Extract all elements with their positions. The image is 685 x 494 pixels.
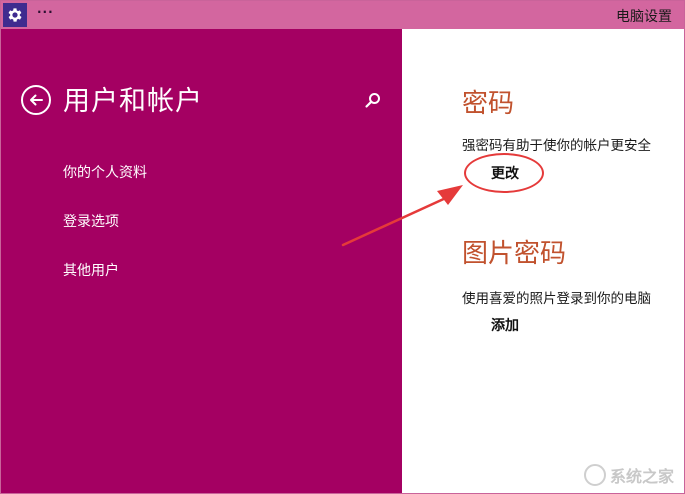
nav-list: 你的个人资料 登录选项 其他用户: [63, 163, 147, 310]
add-picture-password-link[interactable]: 添加: [491, 315, 519, 335]
back-arrow-icon: [30, 94, 43, 106]
title-bar: ··· 电脑设置: [1, 1, 684, 29]
back-button[interactable]: [21, 85, 51, 115]
window-title: 电脑设置: [616, 9, 672, 25]
watermark: 系统之家: [583, 463, 674, 487]
change-password-link[interactable]: 更改: [491, 163, 519, 183]
nav-item-other-users[interactable]: 其他用户: [63, 261, 147, 310]
title-menu-dots[interactable]: ···: [37, 5, 54, 19]
picture-password-section-title: 图片密码: [462, 239, 567, 269]
picture-password-description: 使用喜爱的照片登录到你的电脑: [462, 291, 651, 307]
nav-item-sign-in-options[interactable]: 登录选项: [63, 212, 147, 261]
gear-icon[interactable]: [3, 3, 27, 27]
left-panel: 用户和帐户 你的个人资料 登录选项 其他用户: [1, 29, 402, 493]
watermark-logo-icon: [583, 464, 606, 486]
settings-window: ··· 电脑设置 用户和帐户 你的个人资料 登录选项 其他用户 密码 强密码有助…: [0, 0, 685, 494]
search-icon[interactable]: [364, 91, 382, 109]
nav-item-profile[interactable]: 你的个人资料: [63, 163, 147, 212]
right-panel: 密码 强密码有助于使你的帐户更安全 更改 图片密码 使用喜爱的照片登录到你的电脑…: [402, 29, 684, 493]
page-title: 用户和帐户: [63, 86, 203, 117]
password-description: 强密码有助于使你的帐户更安全: [462, 138, 651, 154]
password-section-title: 密码: [462, 89, 515, 119]
watermark-text: 系统之家: [609, 467, 674, 486]
gear-icon-glyph: [8, 8, 22, 22]
